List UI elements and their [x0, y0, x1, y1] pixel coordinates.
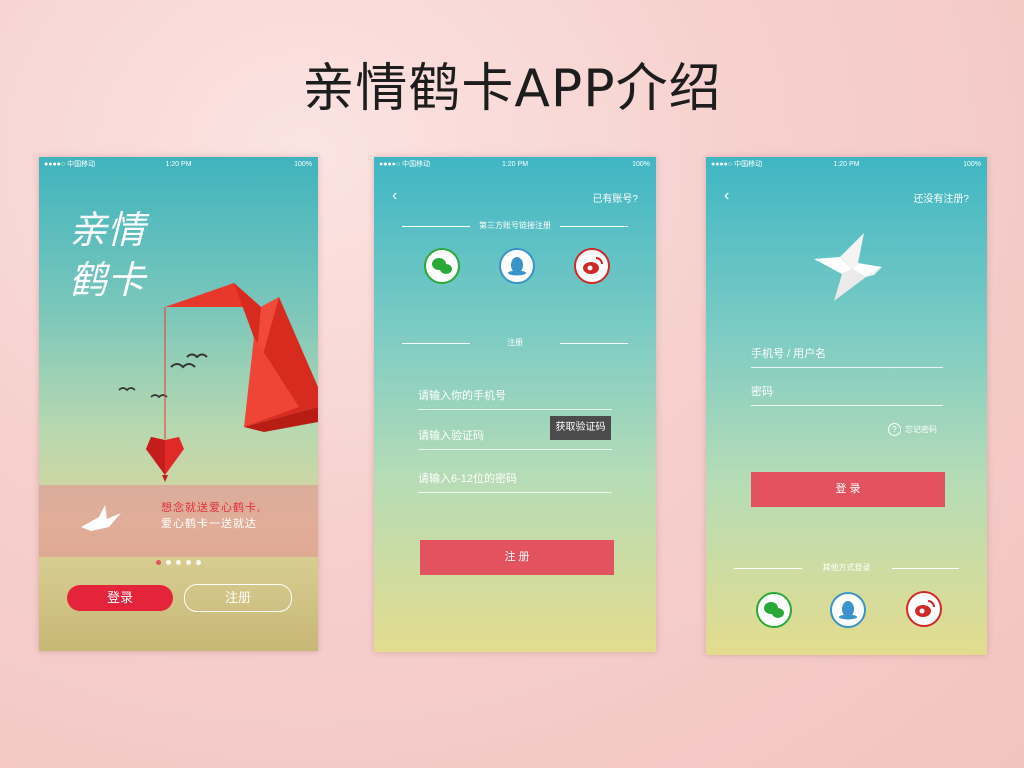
back-arrow-icon[interactable]: ‹	[392, 187, 397, 205]
not-registered-link[interactable]: 还没有注册?	[913, 190, 969, 205]
slogan-banner: 想念就送爱心鹤卡, 爱心鹤卡一送就达	[39, 485, 318, 557]
register-button[interactable]: 注册	[184, 584, 292, 612]
page-dot[interactable]	[186, 560, 191, 565]
login-screen: ●●●●○ 中国移动 1:20 PM 100% ‹ 还没有注册? 手机号 / 用…	[706, 157, 987, 655]
has-account-link[interactable]: 已有账号?	[592, 190, 638, 205]
forgot-password-link[interactable]: ? 忘记密码	[888, 423, 937, 436]
question-icon: ?	[888, 423, 901, 436]
register-divider: 注册	[402, 336, 628, 350]
weibo-icon[interactable]	[574, 248, 610, 284]
qq-icon[interactable]	[499, 248, 535, 284]
username-input[interactable]: 手机号 / 用户名	[751, 345, 943, 368]
paper-crane-illustration	[118, 283, 318, 482]
status-bar: ●●●●○ 中国移动 1:20 PM 100%	[706, 157, 987, 173]
qq-icon[interactable]	[830, 592, 866, 628]
login-button[interactable]: 登录	[67, 585, 173, 611]
page-dot[interactable]	[176, 560, 181, 565]
register-screen: ●●●●○ 中国移动 1:20 PM 100% ‹ 已有账号? 第三方账号链接注…	[374, 157, 656, 652]
paper-crane-icon	[81, 505, 121, 531]
page-dot[interactable]	[156, 560, 161, 565]
slogan-line-1: 想念就送爱心鹤卡,	[161, 501, 262, 514]
forgot-password-label: 忘记密码	[905, 425, 937, 434]
page-dot[interactable]	[196, 560, 201, 565]
paper-crane-logo-icon	[814, 233, 882, 301]
bird-icon	[170, 363, 196, 369]
status-time: 1:20 PM	[501, 161, 529, 168]
login-submit-button[interactable]: 登 录	[751, 472, 945, 507]
password-input[interactable]: 请输入6-12位的密码	[418, 470, 612, 493]
wechat-icon[interactable]	[424, 248, 460, 284]
page-dot[interactable]	[166, 560, 171, 565]
bird-icon	[186, 353, 208, 359]
back-arrow-icon[interactable]: ‹	[724, 187, 729, 205]
battery-label: 100%	[963, 161, 981, 168]
submit-register-button[interactable]: 注 册	[420, 540, 614, 575]
phone-input[interactable]: 请输入你的手机号	[418, 387, 612, 410]
welcome-screen: ●●●●○ 中国移动 1:20 PM 100% 亲情 鹤卡 想念就送爱心鹤卡, …	[39, 157, 318, 651]
slogan-line-2: 爱心鹤卡一送就达	[161, 517, 257, 530]
other-login-divider: 其他方式登录	[734, 561, 959, 575]
page-indicator	[156, 552, 206, 570]
bird-icon	[118, 387, 136, 392]
wechat-icon[interactable]	[756, 592, 792, 628]
status-bar: ●●●●○ 中国移动 1:20 PM 100%	[374, 157, 656, 173]
get-code-button[interactable]: 获取验证码	[550, 416, 611, 440]
weibo-icon[interactable]	[906, 591, 942, 627]
third-party-divider: 第三方账号链接注册	[402, 219, 628, 233]
login-password-input[interactable]: 密码	[751, 383, 943, 406]
status-time: 1:20 PM	[833, 161, 860, 168]
slide-title: 亲情鹤卡APP介绍	[302, 59, 722, 119]
battery-label: 100%	[632, 161, 650, 168]
